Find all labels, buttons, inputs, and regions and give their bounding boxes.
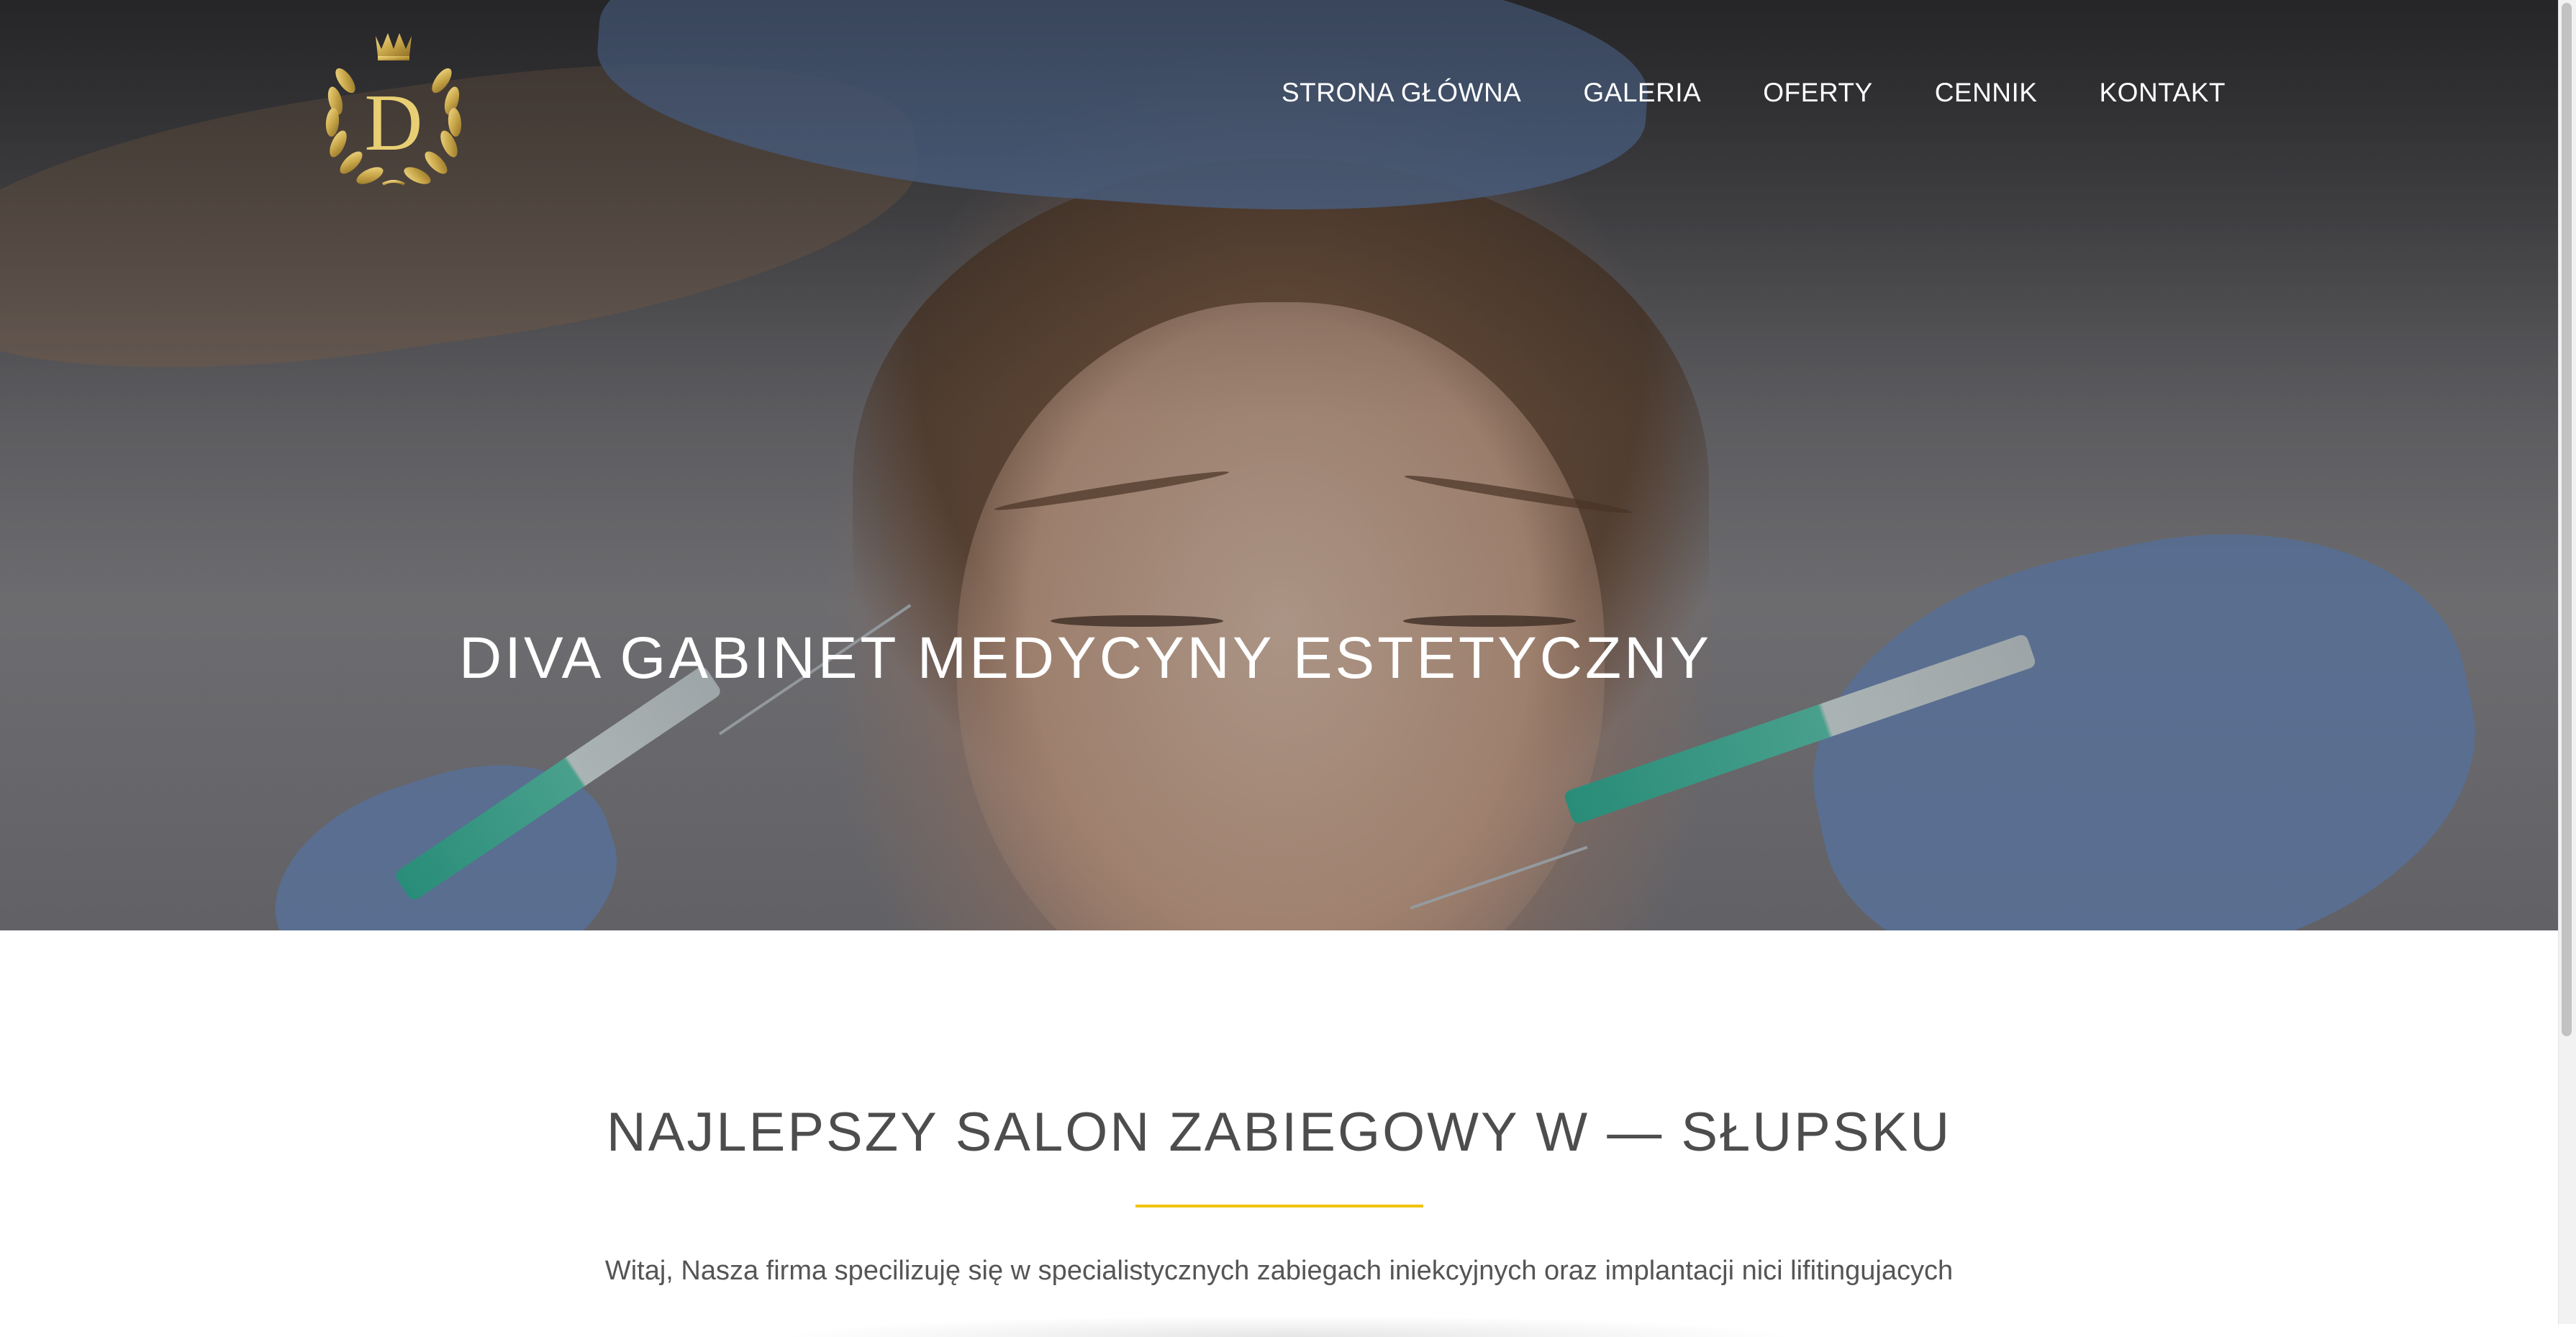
intro-text: Witaj, Nasza firma specilizuję się w spe… [604,1256,1954,1286]
main-nav: STRONA GŁÓWNA GALERIA OFERTY CENNIK KONT… [1282,78,2226,112]
logo[interactable]: D [314,26,473,191]
logo-letter: D [365,78,423,168]
laurel-crown-logo-icon: D [325,33,462,186]
hero-title: DIVA GABINET MEDYCYNY ESTETYCZNY [459,625,1713,691]
nav-item-cennik[interactable]: CENNIK [1935,78,2038,112]
content-card-shadow [777,1315,1799,1337]
scrollbar-thumb[interactable] [2562,3,2572,1036]
nav-item-galeria[interactable]: GALERIA [1583,78,1701,112]
section-title: NAJLEPSZY SALON ZABIEGOWY W — SŁUPSKU [606,1102,1952,1163]
nav-item-strona-glowna[interactable]: STRONA GŁÓWNA [1282,78,1521,112]
hero-banner: D STRONA GŁÓWNA GALERIA OFERTY CENNIK KO… [0,0,2558,930]
title-divider [1135,1205,1423,1207]
nav-item-kontakt[interactable]: KONTAKT [2100,78,2226,112]
nav-item-oferty[interactable]: OFERTY [1763,78,1872,112]
